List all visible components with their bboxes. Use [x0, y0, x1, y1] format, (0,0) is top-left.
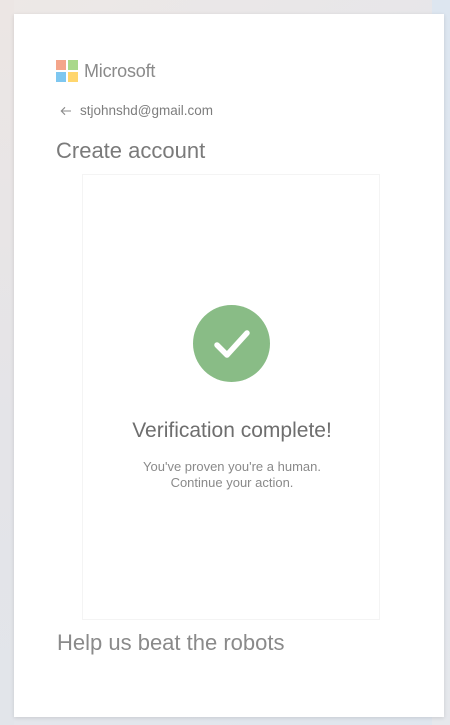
identity-back-button[interactable]: stjohnshd@gmail.com	[60, 103, 213, 118]
microsoft-logo-icon	[56, 60, 78, 82]
checkmark-circle-icon	[193, 305, 270, 382]
identity-email: stjohnshd@gmail.com	[80, 103, 214, 118]
verification-title: Verification complete!	[132, 419, 332, 442]
logo-square-blue	[56, 72, 66, 82]
verification-line-2: Continue your action.	[170, 475, 294, 490]
logo-square-red	[56, 60, 66, 70]
verification-frame: Verification complete! You've proven you…	[82, 174, 380, 620]
page-title: Create account	[56, 138, 206, 163]
logo-square-green	[68, 60, 78, 70]
arrow-left-icon	[60, 105, 72, 117]
signup-card: Microsoft stjohnshd@gmail.com Create acc…	[14, 14, 444, 717]
brand-header: Microsoft	[56, 59, 155, 83]
brand-name: Microsoft	[84, 60, 156, 81]
verification-line-1: You've proven you're a human.	[143, 459, 321, 474]
logo-square-yellow	[68, 72, 78, 82]
verification-message: You've proven you're a human. Continue y…	[83, 459, 381, 491]
robots-heading: Help us beat the robots	[57, 630, 285, 655]
background-left-strip	[0, 0, 14, 725]
